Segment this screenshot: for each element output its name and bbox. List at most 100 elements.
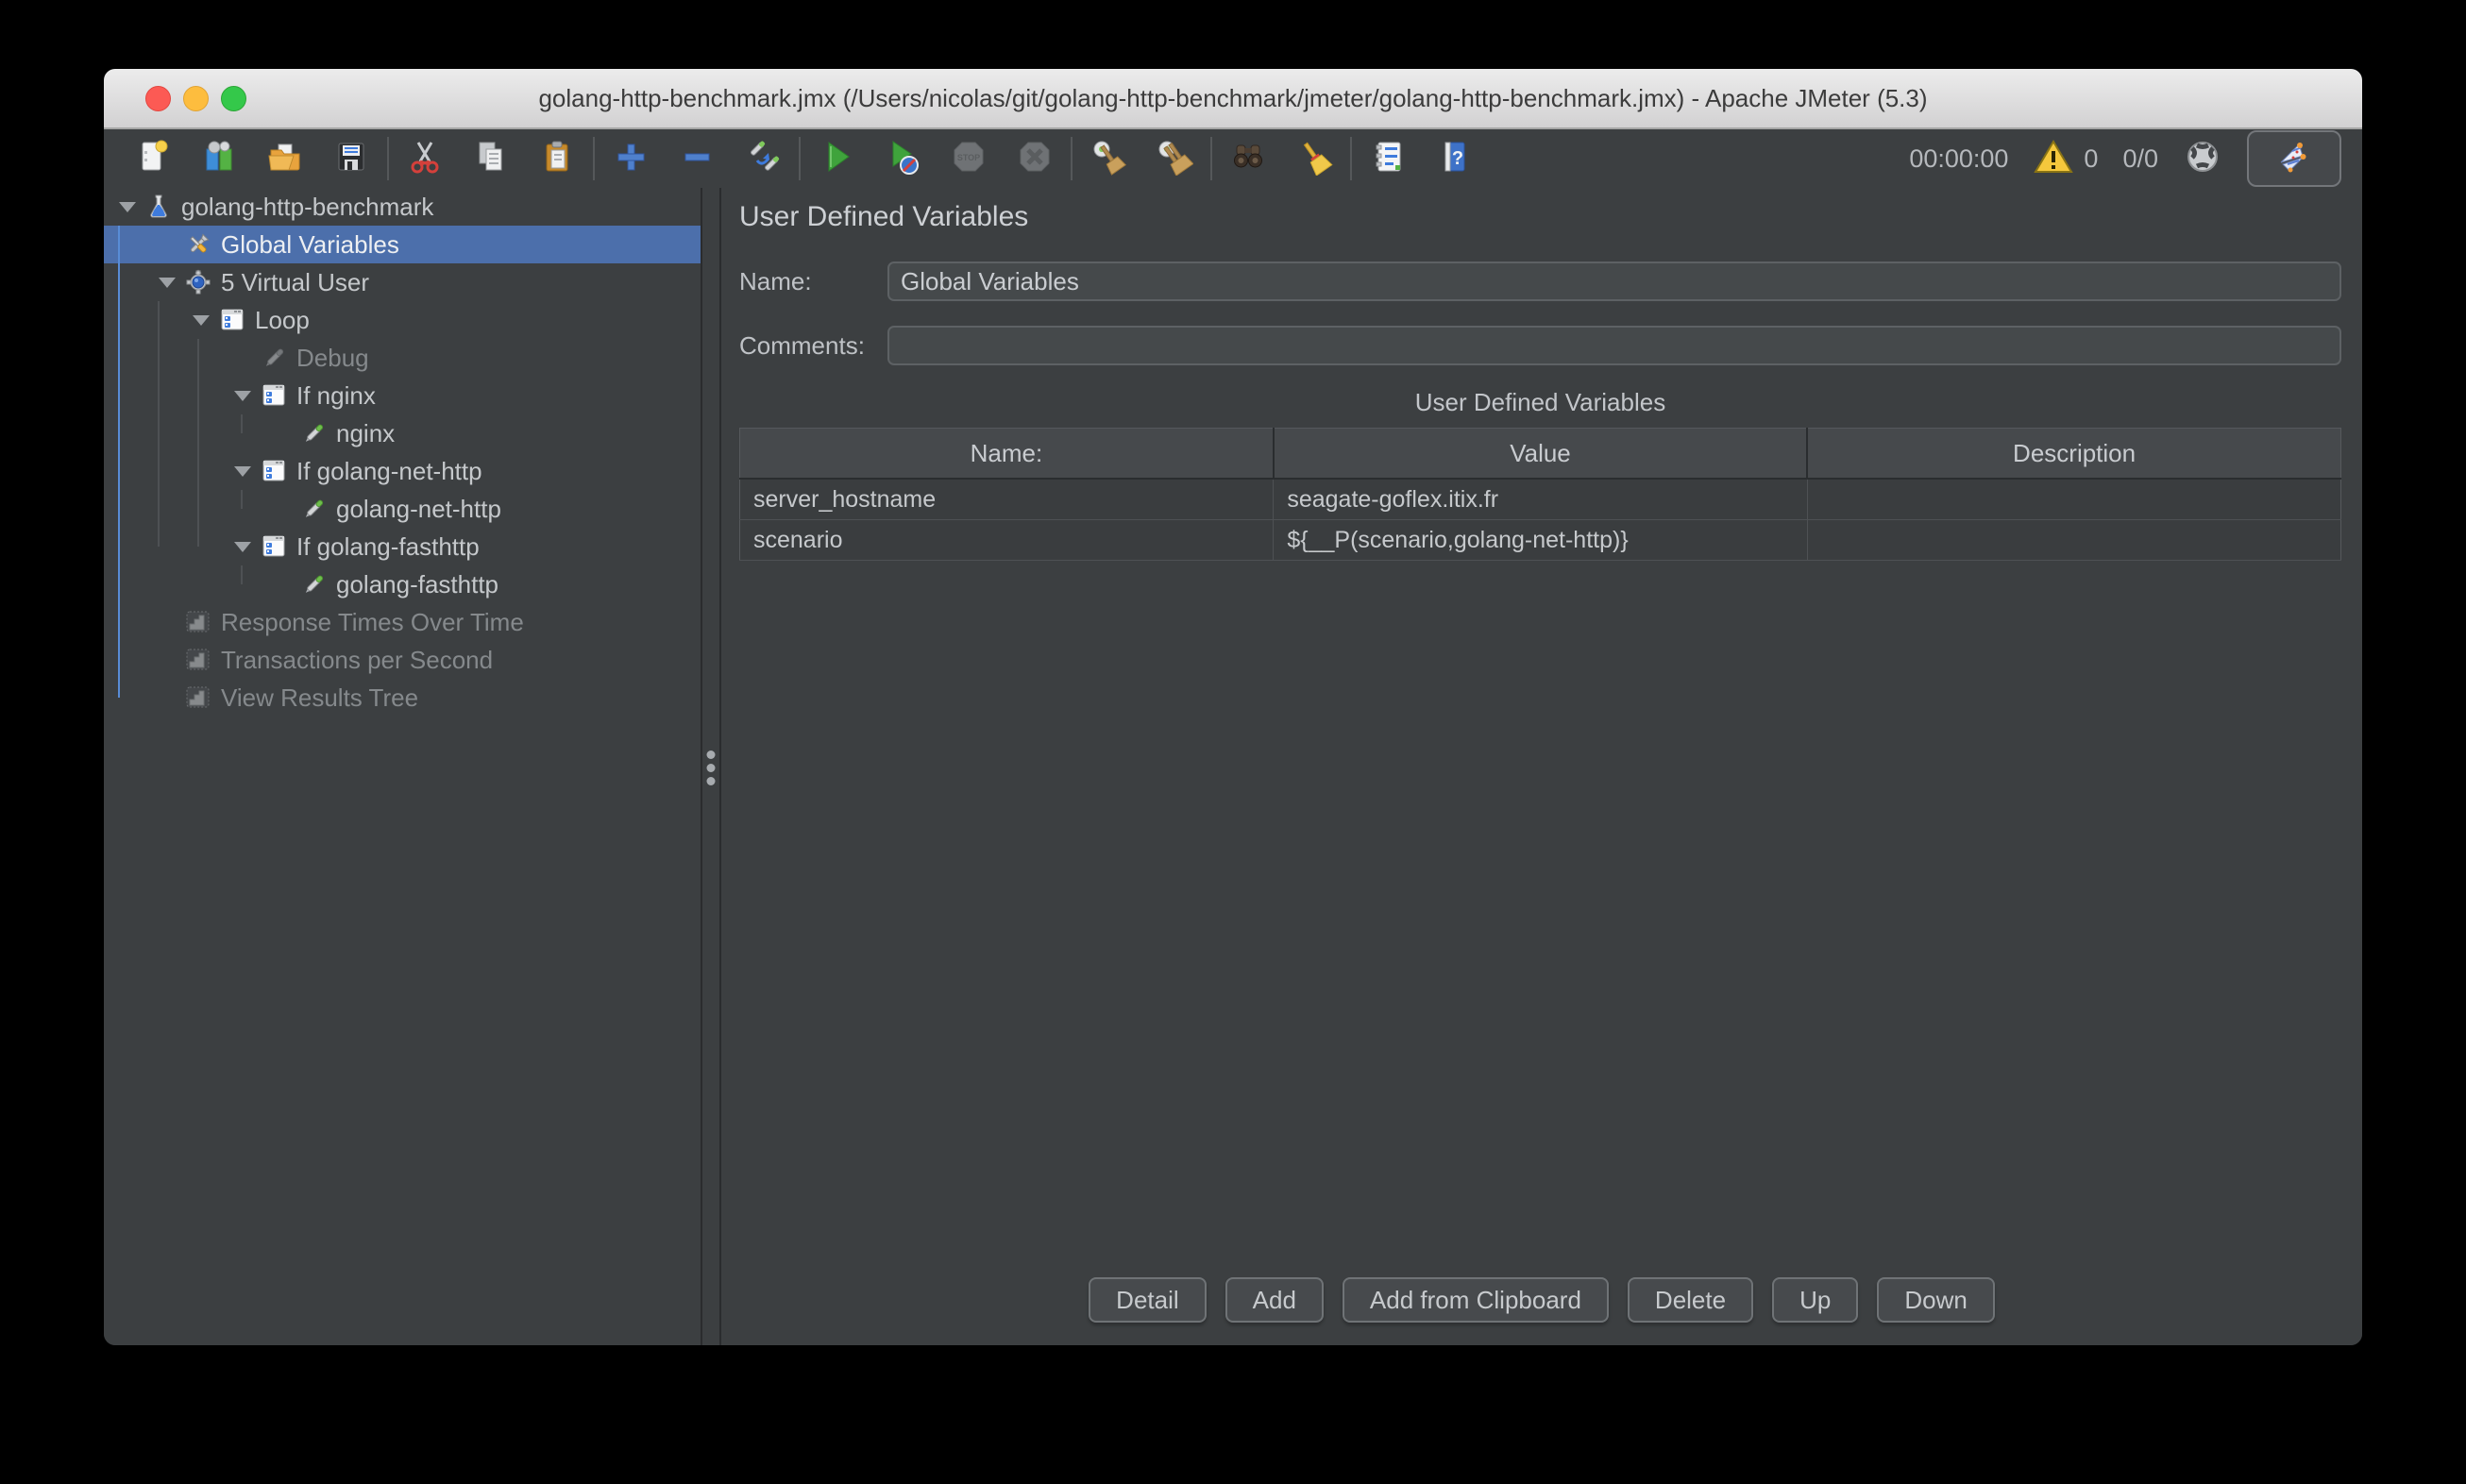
search-button[interactable] bbox=[1227, 138, 1269, 179]
controller-icon bbox=[261, 458, 287, 484]
remove-button[interactable] bbox=[676, 138, 718, 179]
warning-icon bbox=[2033, 138, 2074, 180]
log-warning-group[interactable]: 0 bbox=[2033, 138, 2098, 180]
stop-button[interactable]: STOP bbox=[948, 138, 989, 179]
comments-input[interactable] bbox=[887, 326, 2341, 365]
tree-node[interactable]: Debug bbox=[104, 339, 701, 377]
tree-node-label: Loop bbox=[255, 306, 310, 335]
clear-all-icon bbox=[1156, 138, 1193, 180]
copy-button[interactable] bbox=[470, 138, 512, 179]
start-no-timers-icon bbox=[884, 138, 921, 180]
cut-icon bbox=[406, 138, 444, 180]
sampler-green-icon bbox=[300, 571, 327, 598]
table-row[interactable]: scenario${__P(scenario,golang-net-http)} bbox=[740, 520, 2341, 561]
tree-node[interactable]: If golang-fasthttp bbox=[104, 528, 701, 565]
templates-button[interactable] bbox=[198, 138, 240, 179]
table-row[interactable]: server_hostnameseagate-goflex.itix.fr bbox=[740, 479, 2341, 520]
tree-node[interactable]: golang-net-http bbox=[104, 490, 701, 528]
function-helper-icon bbox=[1369, 138, 1407, 180]
tree-node[interactable]: 5 Virtual User bbox=[104, 263, 701, 301]
table-cell[interactable]: server_hostname bbox=[740, 479, 1274, 520]
clear-all-button[interactable] bbox=[1154, 138, 1195, 179]
name-input[interactable] bbox=[887, 261, 2341, 301]
warning-count: 0 bbox=[2084, 144, 2098, 174]
function-helper-button[interactable] bbox=[1367, 138, 1409, 179]
tree-node[interactable]: Global Variables bbox=[104, 226, 701, 263]
column-header[interactable]: Value bbox=[1274, 429, 1807, 480]
expander-triangle-icon[interactable] bbox=[191, 315, 211, 326]
cut-button[interactable] bbox=[404, 138, 446, 179]
new-file-icon bbox=[134, 138, 172, 180]
column-header[interactable]: Description bbox=[1807, 429, 2340, 480]
expander-triangle-icon[interactable] bbox=[232, 391, 253, 401]
name-label: Name: bbox=[739, 261, 812, 301]
table-cell[interactable] bbox=[1807, 479, 2340, 520]
shutdown-button[interactable] bbox=[1014, 138, 1056, 179]
tree-node[interactable]: nginx bbox=[104, 414, 701, 452]
tree-node-label: golang-http-benchmark bbox=[181, 193, 433, 222]
column-header[interactable]: Name: bbox=[740, 429, 1274, 480]
open-file-button[interactable] bbox=[264, 138, 306, 179]
start-button[interactable] bbox=[816, 138, 857, 179]
controller-icon bbox=[261, 533, 287, 560]
expander-triangle-icon[interactable] bbox=[232, 542, 253, 552]
tree-indent-guide bbox=[197, 339, 199, 547]
tree-indent-guide bbox=[118, 226, 120, 698]
delete-button[interactable]: Delete bbox=[1628, 1277, 1753, 1323]
splitter-grip-icon bbox=[707, 750, 716, 785]
tree-node[interactable]: Loop bbox=[104, 301, 701, 339]
tree-node[interactable]: golang-http-benchmark bbox=[104, 188, 701, 226]
new-file-button[interactable] bbox=[132, 138, 174, 179]
up-button[interactable]: Up bbox=[1772, 1277, 1858, 1323]
detail-button[interactable]: Detail bbox=[1089, 1277, 1206, 1323]
tree-node[interactable]: If nginx bbox=[104, 377, 701, 414]
tree-node-label: golang-net-http bbox=[336, 495, 501, 524]
sampler-green-icon bbox=[300, 496, 327, 522]
controller-icon bbox=[219, 307, 245, 333]
help-button[interactable]: ? bbox=[1433, 138, 1475, 179]
tree-rows: golang-http-benchmark Global Variables5 V… bbox=[104, 188, 701, 717]
save-button[interactable] bbox=[330, 138, 372, 179]
chart-icon bbox=[185, 609, 211, 635]
expander-triangle-icon[interactable] bbox=[232, 466, 253, 477]
toolbar-group bbox=[1212, 138, 1350, 179]
split-divider[interactable] bbox=[702, 188, 721, 1345]
paste-button[interactable] bbox=[536, 138, 578, 179]
sampler-gray-icon bbox=[261, 345, 287, 371]
add-button[interactable] bbox=[610, 138, 651, 179]
tree-node[interactable]: If golang-net-http bbox=[104, 452, 701, 490]
help-icon: ? bbox=[1435, 138, 1473, 180]
clear-search-icon bbox=[1295, 138, 1333, 180]
clear-button[interactable] bbox=[1088, 138, 1129, 179]
table-cell[interactable]: scenario bbox=[740, 520, 1274, 561]
start-no-timers-button[interactable] bbox=[882, 138, 923, 179]
expander-triangle-icon[interactable] bbox=[157, 278, 177, 288]
reset-icon bbox=[744, 138, 782, 180]
clear-search-button[interactable] bbox=[1293, 138, 1335, 179]
tree-node[interactable]: Response Times Over Time bbox=[104, 603, 701, 641]
add-from-clipboard-button[interactable]: Add from Clipboard bbox=[1343, 1277, 1609, 1323]
jmeter-window: golang-http-benchmark.jmx (/Users/nicola… bbox=[104, 69, 2362, 1345]
window-title: golang-http-benchmark.jmx (/Users/nicola… bbox=[104, 84, 2362, 113]
chart-icon bbox=[185, 684, 211, 711]
tree-node-label: Global Variables bbox=[221, 230, 399, 260]
tree-node[interactable]: View Results Tree bbox=[104, 679, 701, 717]
jmeter-mascot-button[interactable] bbox=[2247, 130, 2341, 187]
add-button[interactable]: Add bbox=[1225, 1277, 1324, 1323]
tree-node[interactable]: golang-fasthttp bbox=[104, 565, 701, 603]
down-button[interactable]: Down bbox=[1877, 1277, 1994, 1323]
svg-text:?: ? bbox=[1452, 148, 1463, 169]
reset-button[interactable] bbox=[742, 138, 784, 179]
tree-node-label: View Results Tree bbox=[221, 683, 418, 713]
test-plan-tree[interactable]: golang-http-benchmark Global Variables5 V… bbox=[104, 188, 702, 1345]
window-titlebar[interactable]: golang-http-benchmark.jmx (/Users/nicola… bbox=[104, 69, 2362, 129]
table-cell[interactable] bbox=[1807, 520, 2340, 561]
table-cell[interactable]: seagate-goflex.itix.fr bbox=[1274, 479, 1807, 520]
table-actions: Detail Add Add from Clipboard Delete Up Down bbox=[721, 1277, 2362, 1323]
expander-triangle-icon[interactable] bbox=[117, 202, 138, 212]
stop-icon: STOP bbox=[950, 138, 988, 180]
sampler-green-icon bbox=[300, 420, 327, 447]
toolbar-group bbox=[595, 138, 799, 179]
table-cell[interactable]: ${__P(scenario,golang-net-http)} bbox=[1274, 520, 1807, 561]
tree-node[interactable]: Transactions per Second bbox=[104, 641, 701, 679]
